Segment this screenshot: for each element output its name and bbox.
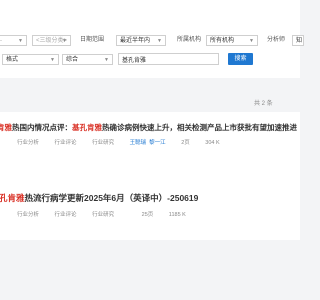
title-highlight: 肯雅 xyxy=(0,123,12,132)
org-label: 所属机构 xyxy=(177,37,202,43)
result-item: 肯雅热国内情况点评：基孔肯雅热确诊病例快速上升，相关检测产品上市获批有望加速推进… xyxy=(0,112,300,180)
filter-panel: - ▼ <三级分类> ▼ 日期范围 最近半年内 ▼ 所属机构 所有机构 ▼ 分析… xyxy=(0,0,304,78)
tag-industry-review[interactable]: 行业评论 xyxy=(55,212,77,218)
level1-select-value: - xyxy=(0,38,2,44)
tag-industry-review[interactable]: 行业评论 xyxy=(55,140,77,146)
chevron-down-icon: ▼ xyxy=(249,38,254,44)
chevron-down-icon: ▼ xyxy=(104,57,109,63)
date-range-select[interactable]: 最近半年内 ▼ xyxy=(116,35,166,46)
file-size: 304 K xyxy=(205,140,220,146)
author-link[interactable]: 王聪瑞 xyxy=(130,140,147,146)
result-count: 共 2 条 xyxy=(254,101,273,107)
page-count: 25页 xyxy=(141,212,154,218)
keyword-input[interactable] xyxy=(118,53,219,65)
org-select[interactable]: 所有机构 ▼ xyxy=(206,35,258,46)
author-link[interactable]: 黎一江 xyxy=(149,140,166,146)
level3-select[interactable]: <三级分类> ▼ xyxy=(32,35,71,46)
result-item: 孔肯雅热流行病学更新2025年6月（英译中）-250619 行业分析 行业评论 … xyxy=(0,180,300,240)
result-meta: 行业分析 行业评论 行业研究 25页 1185 K xyxy=(17,210,200,218)
tag-industry-analysis[interactable]: 行业分析 xyxy=(17,212,39,218)
search-button[interactable]: 搜索 xyxy=(228,53,253,65)
analyst-label: 分析师 xyxy=(267,37,286,43)
result-meta: 行业分析 行业评论 行业研究 王聪瑞 黎一江 2页 304 K xyxy=(17,138,234,146)
level1-select[interactable]: - ▼ xyxy=(0,35,27,46)
file-size: 1185 K xyxy=(168,212,186,218)
chevron-down-icon: ▼ xyxy=(50,57,55,63)
chevron-down-icon: ▼ xyxy=(157,38,162,44)
title-highlight: 孔肯雅 xyxy=(0,193,25,203)
title-text: 热国内情况点评： xyxy=(12,123,72,132)
page-count: 2页 xyxy=(181,140,190,146)
tag-industry-research[interactable]: 行业研究 xyxy=(92,140,114,146)
date-range-value: 最近半年内 xyxy=(120,38,151,44)
analyst-input[interactable]: 知 xyxy=(292,35,304,46)
analyst-value: 知 xyxy=(296,38,303,44)
tag-industry-analysis[interactable]: 行业分析 xyxy=(17,140,39,146)
result-title[interactable]: 孔肯雅热流行病学更新2025年6月（英译中）-250619 xyxy=(0,192,198,204)
tag-industry-research[interactable]: 行业研究 xyxy=(92,212,114,218)
date-range-label: 日期范围 xyxy=(80,37,105,43)
format-select-value: 格式 xyxy=(6,57,19,63)
org-select-value: 所有机构 xyxy=(210,38,235,44)
sort-select-value: 综合 xyxy=(66,57,79,63)
chevron-down-icon: ▼ xyxy=(18,38,23,44)
sort-select[interactable]: 综合 ▼ xyxy=(62,54,113,65)
result-title[interactable]: 肯雅热国内情况点评：基孔肯雅热确诊病例快速上升，相关检测产品上市获批有望加速推进 xyxy=(0,122,297,133)
title-highlight: 基孔肯雅 xyxy=(72,123,102,132)
format-select[interactable]: 格式 ▼ xyxy=(2,54,59,65)
title-text: 热确诊病例快速上升，相关检测产品上市获批有望加速推进 xyxy=(102,123,297,132)
chevron-down-icon: ▼ xyxy=(62,38,67,44)
title-text: 热流行病学更新2025年6月（英译中）-250619 xyxy=(24,193,199,203)
